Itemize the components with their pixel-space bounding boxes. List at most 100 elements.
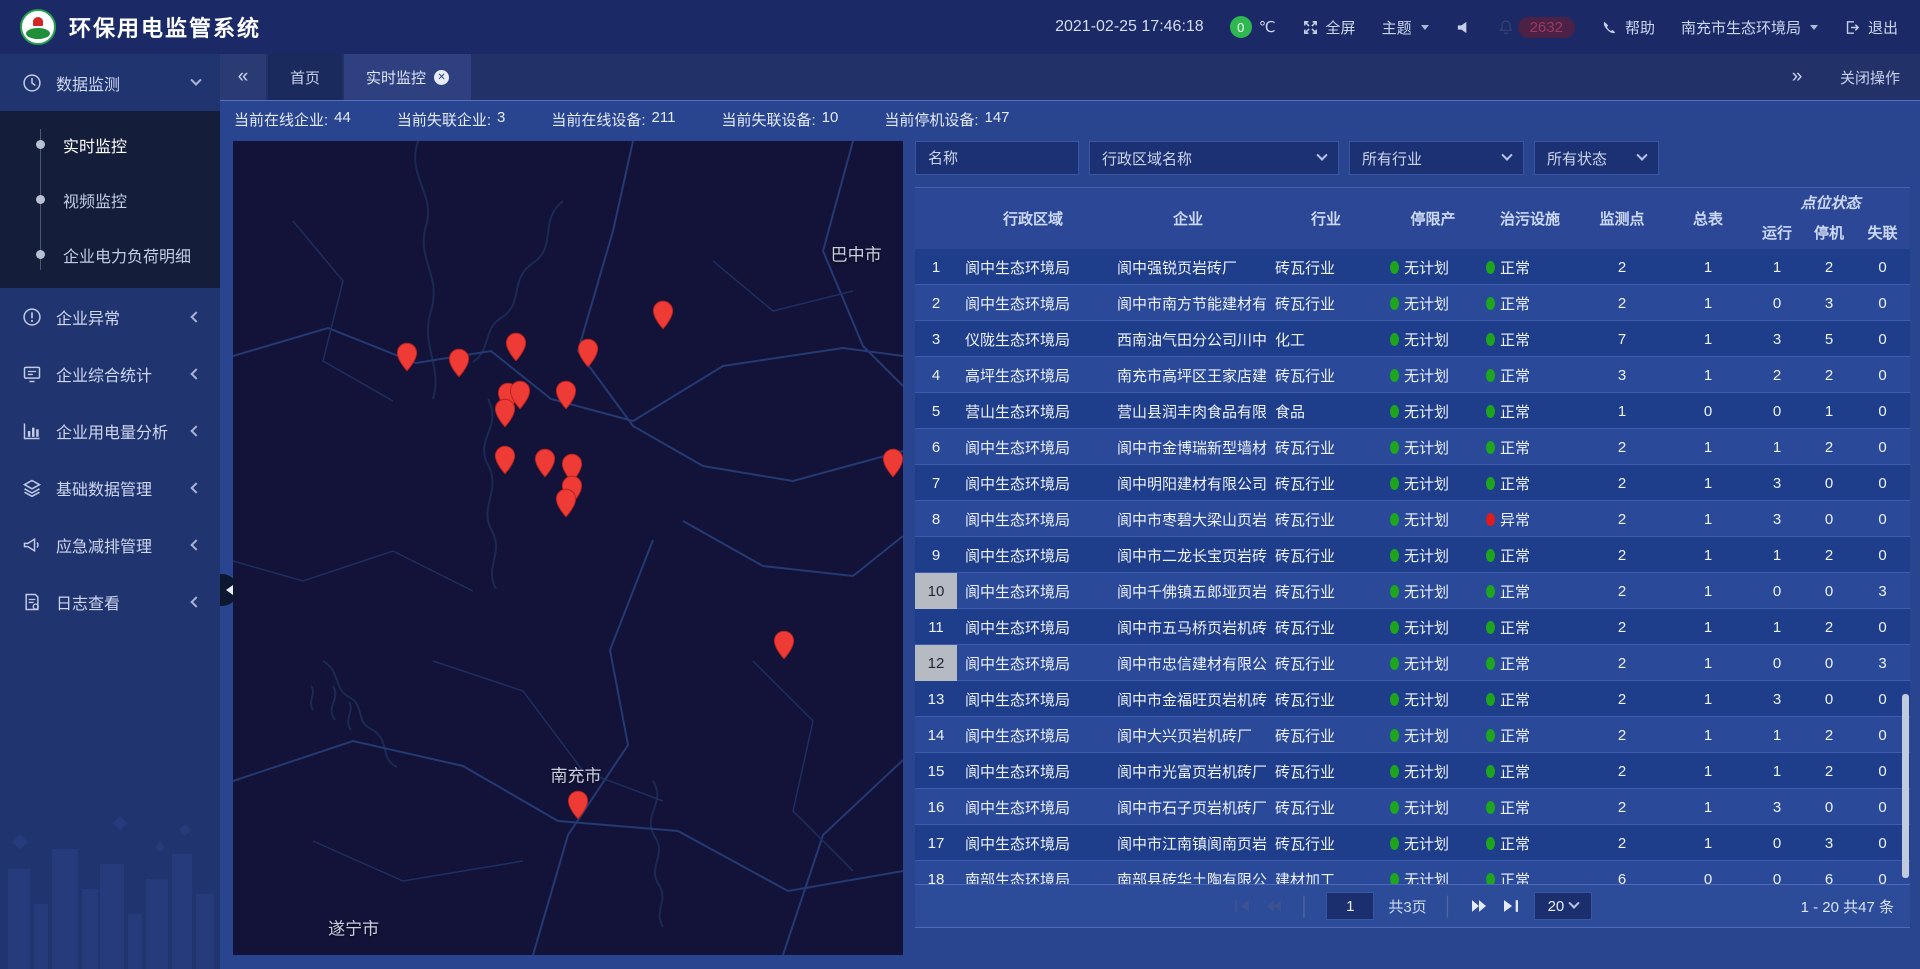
cell-industry: 砖瓦行业 bbox=[1267, 797, 1385, 818]
table-row[interactable]: 16阆中生态环境局阆中市石子页岩机砖厂砖瓦行业无计划正常21300 bbox=[915, 789, 1910, 825]
cell-limit-status: 无计划 bbox=[1385, 365, 1481, 386]
sidebar-item[interactable]: 企业异常 bbox=[0, 288, 220, 345]
theme-dropdown[interactable]: 主题 bbox=[1382, 17, 1429, 38]
sidebar-subitem[interactable]: 实时监控 bbox=[0, 117, 220, 172]
page-number-input[interactable] bbox=[1326, 892, 1374, 920]
cell-running: 3 bbox=[1751, 511, 1803, 528]
cell-limit-status: 无计划 bbox=[1385, 293, 1481, 314]
industry-filter-select[interactable]: 所有行业 bbox=[1349, 141, 1524, 175]
exit-icon bbox=[1844, 19, 1861, 36]
map-pin-icon[interactable] bbox=[555, 380, 577, 410]
map-pin-icon[interactable] bbox=[494, 398, 516, 428]
cell-limit-status: 无计划 bbox=[1385, 797, 1481, 818]
page-size-select[interactable]: 20 bbox=[1534, 892, 1592, 920]
table-row[interactable]: 15阆中生态环境局阆中市光富页岩机砖厂砖瓦行业无计划正常21120 bbox=[915, 753, 1910, 789]
close-operations-button[interactable]: 关闭操作 bbox=[1820, 67, 1920, 88]
cell-running: 1 bbox=[1751, 547, 1803, 564]
tab-home[interactable]: 首页 bbox=[268, 54, 342, 100]
table-header: 行政区域 企业 行业 停限产 治污设施 监测点 总表 点位状态 运行 停机 bbox=[915, 187, 1910, 249]
cell-running: 1 bbox=[1751, 259, 1803, 276]
table-row[interactable]: 3仪陇生态环境局西南油气田分公司川中化工无计划正常71350 bbox=[915, 321, 1910, 357]
cell-company: 阆中千佛镇五郎垭页岩 bbox=[1109, 581, 1267, 602]
sidebar-item[interactable]: 日志查看 bbox=[0, 573, 220, 630]
cell-limit-status: 无计划 bbox=[1385, 725, 1481, 746]
map-pin-icon[interactable] bbox=[652, 300, 674, 330]
table-row[interactable]: 9阆中生态环境局阆中市二龙长宝页岩砖砖瓦行业无计划正常21120 bbox=[915, 537, 1910, 573]
table-row[interactable]: 13阆中生态环境局阆中市金福旺页岩机砖砖瓦行业无计划正常21300 bbox=[915, 681, 1910, 717]
cell-meters: 1 bbox=[1665, 439, 1751, 456]
cell-running: 0 bbox=[1751, 835, 1803, 852]
status-dot-icon bbox=[1390, 657, 1399, 670]
map-pin-icon[interactable] bbox=[555, 488, 577, 518]
table-row[interactable]: 8阆中生态环境局阆中市枣碧大梁山页岩砖瓦行业无计划异常21300 bbox=[915, 501, 1910, 537]
cell-limit-status: 无计划 bbox=[1385, 437, 1481, 458]
sidebar-subitem[interactable]: 企业电力负荷明细 bbox=[0, 227, 220, 282]
cell-points: 3 bbox=[1579, 367, 1665, 384]
next-page-button[interactable] bbox=[1470, 899, 1488, 913]
name-filter-input[interactable] bbox=[915, 141, 1079, 175]
cell-region: 仪陇生态环境局 bbox=[957, 329, 1109, 350]
table-row[interactable]: 12阆中生态环境局阆中市忠信建材有限公砖瓦行业无计划正常21003 bbox=[915, 645, 1910, 681]
table-row[interactable]: 10阆中生态环境局阆中千佛镇五郎垭页岩砖瓦行业无计划正常21003 bbox=[915, 573, 1910, 609]
last-page-button[interactable] bbox=[1502, 899, 1520, 913]
map[interactable]: 巴中市南充市遂宁市 bbox=[233, 141, 903, 955]
region-filter-select[interactable]: 行政区域名称 bbox=[1089, 141, 1339, 175]
map-pin-icon[interactable] bbox=[773, 630, 795, 660]
status-dot-icon bbox=[1486, 297, 1495, 310]
cell-stopped: 0 bbox=[1803, 475, 1855, 492]
map-pin-icon[interactable] bbox=[494, 445, 516, 475]
sidebar-item[interactable]: 企业用电量分析 bbox=[0, 402, 220, 459]
table-row[interactable]: 11阆中生态环境局阆中市五马桥页岩机砖砖瓦行业无计划正常21120 bbox=[915, 609, 1910, 645]
cell-stopped: 2 bbox=[1803, 727, 1855, 744]
table-row[interactable]: 6阆中生态环境局阆中市金博瑞新型墙材砖瓦行业无计划正常21120 bbox=[915, 429, 1910, 465]
sidebar-item[interactable]: 企业综合统计 bbox=[0, 345, 220, 402]
notifications[interactable]: 2632 bbox=[1498, 17, 1575, 38]
status-filter-select[interactable]: 所有状态 bbox=[1534, 141, 1659, 175]
mute-button[interactable] bbox=[1455, 19, 1472, 36]
filter-bar: 行政区域名称 所有行业 所有状态 bbox=[915, 141, 1910, 175]
sidebar-subitem[interactable]: 视频监控 bbox=[0, 172, 220, 227]
table-row[interactable]: 2阆中生态环境局阆中市南方节能建材有砖瓦行业无计划正常21030 bbox=[915, 285, 1910, 321]
table-row[interactable]: 5营山生态环境局营山县润丰肉食品有限食品无计划正常10010 bbox=[915, 393, 1910, 429]
sidebar-item[interactable]: 数据监测 bbox=[0, 54, 220, 111]
sidebar-item[interactable]: 应急减排管理 bbox=[0, 516, 220, 573]
table-row[interactable]: 1阆中生态环境局阆中强锐页岩砖厂砖瓦行业无计划正常21120 bbox=[915, 249, 1910, 285]
first-page-button[interactable] bbox=[1233, 899, 1251, 913]
status-dot-icon bbox=[1390, 729, 1399, 742]
table-row[interactable]: 18南部生态环境局南部县砖华土陶有限公建材加工无计划正常60060 bbox=[915, 861, 1910, 884]
fullscreen-button[interactable]: 全屏 bbox=[1302, 17, 1356, 38]
cell-stopped: 2 bbox=[1803, 367, 1855, 384]
map-pin-icon[interactable] bbox=[567, 790, 589, 820]
table-row[interactable]: 4高坪生态环境局南充市高坪区王家店建砖瓦行业无计划正常31220 bbox=[915, 357, 1910, 393]
tab-realtime-monitor[interactable]: 实时监控 ✕ bbox=[344, 54, 471, 100]
tabs-scroll-left-button[interactable]: « bbox=[220, 54, 266, 100]
logout-button[interactable]: 退出 bbox=[1844, 17, 1898, 38]
cell-meters: 1 bbox=[1665, 367, 1751, 384]
cell-facility-status: 正常 bbox=[1481, 653, 1579, 674]
map-pin-icon[interactable] bbox=[396, 342, 418, 372]
col-stopped: 停机 bbox=[1803, 215, 1855, 249]
status-dot-icon bbox=[1390, 333, 1399, 346]
map-pin-icon[interactable] bbox=[448, 348, 470, 378]
help-button[interactable]: 帮助 bbox=[1601, 17, 1655, 38]
map-pin-icon[interactable] bbox=[505, 332, 527, 362]
table-row[interactable]: 7阆中生态环境局阆中明阳建材有限公司砖瓦行业无计划正常21300 bbox=[915, 465, 1910, 501]
table-scrollbar[interactable] bbox=[1902, 694, 1909, 878]
map-pin-icon[interactable] bbox=[534, 448, 556, 478]
close-tab-icon[interactable]: ✕ bbox=[434, 70, 449, 85]
prev-page-button[interactable] bbox=[1265, 899, 1283, 913]
org-dropdown[interactable]: 南充市生态环境局 bbox=[1681, 17, 1818, 38]
status-dot-icon bbox=[1486, 621, 1495, 634]
sidebar-item[interactable]: 基础数据管理 bbox=[0, 459, 220, 516]
tabs-scroll-right-button[interactable]: » bbox=[1774, 66, 1820, 88]
col-lost: 失联 bbox=[1855, 215, 1910, 249]
table-row[interactable]: 17阆中生态环境局阆中市江南镇阆南页岩砖瓦行业无计划正常21030 bbox=[915, 825, 1910, 861]
status-dot-icon bbox=[1390, 549, 1399, 562]
company-table: 行政区域 企业 行业 停限产 治污设施 监测点 总表 点位状态 运行 停机 bbox=[915, 187, 1910, 928]
map-pin-icon[interactable] bbox=[882, 448, 903, 478]
sidebar-item-label: 企业异常 bbox=[56, 305, 178, 329]
table-row[interactable]: 14阆中生态环境局阆中大兴页岩机砖厂砖瓦行业无计划正常21120 bbox=[915, 717, 1910, 753]
cell-facility-status: 正常 bbox=[1481, 617, 1579, 638]
cell-lost: 0 bbox=[1855, 511, 1910, 528]
map-pin-icon[interactable] bbox=[577, 338, 599, 368]
